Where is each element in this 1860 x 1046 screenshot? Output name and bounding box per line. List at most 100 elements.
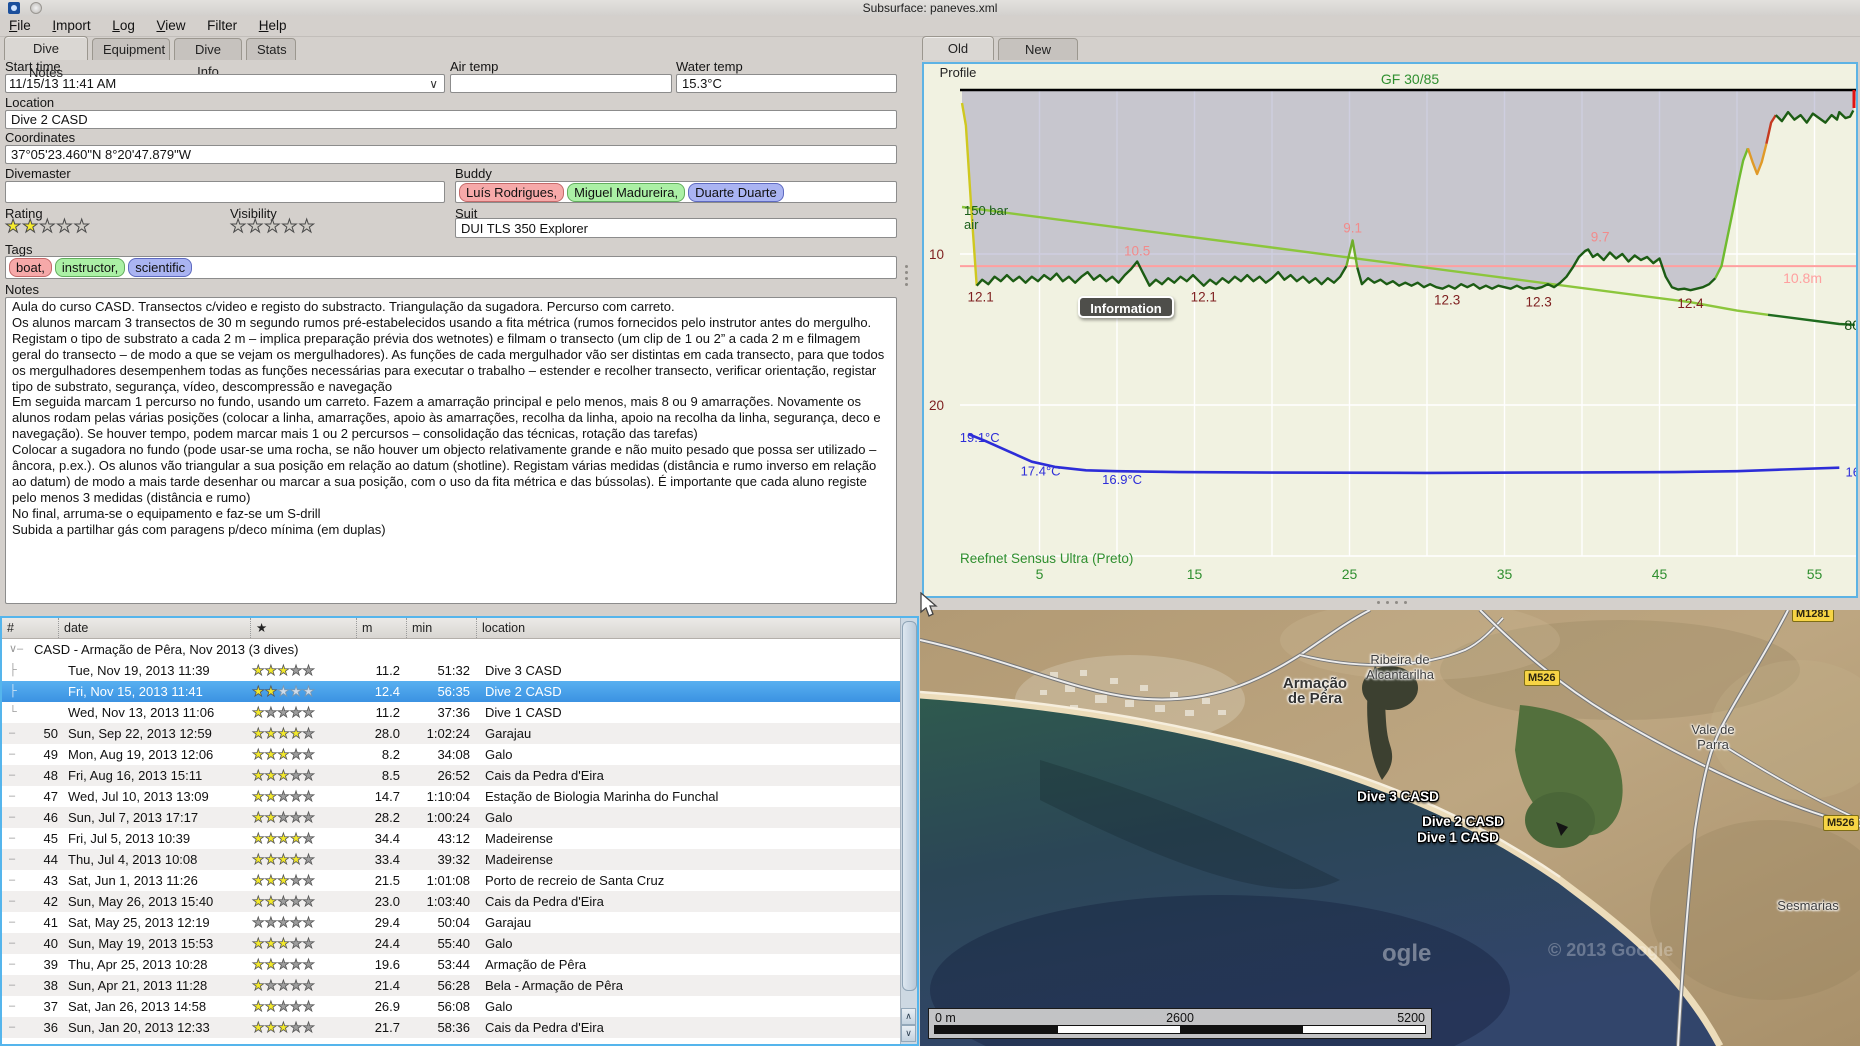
start-time-combobox[interactable]: 11/15/13 11:41 AM ∨ bbox=[5, 74, 445, 93]
star-icon: ★ bbox=[277, 998, 290, 1015]
copyright-text: © 2013 Google bbox=[1548, 940, 1674, 960]
divemaster-field[interactable] bbox=[5, 181, 445, 203]
dive-row[interactable]: └ Wed, Nov 13, 2013 11:06 ★★★★★ 11.2 37:36 Di… bbox=[2, 702, 917, 723]
star-icon: ★ bbox=[252, 1019, 265, 1036]
information-tooltip[interactable]: Information bbox=[1078, 296, 1174, 318]
scrollbar-thumb[interactable] bbox=[902, 621, 917, 991]
dive-row[interactable]: –40 Sun, May 19, 2013 15:53 ★★★★★ 24.4 55:40… bbox=[2, 933, 917, 954]
tab-equipment[interactable]: Equipment bbox=[92, 38, 170, 60]
title-bar[interactable]: Subsurface: paneves.xml bbox=[0, 0, 1860, 16]
dive-row[interactable]: –47 Wed, Jul 10, 2013 13:09 ★★★★★ 14.7 1:10:… bbox=[2, 786, 917, 807]
suit-field[interactable] bbox=[455, 218, 897, 238]
star-icon: ★ bbox=[252, 851, 265, 868]
dive-list-rows: ∨– CASD - Armação de Pêra, Nov 2013 (3 di… bbox=[2, 639, 917, 1038]
rating-stars[interactable]: ★★★★★ bbox=[4, 216, 91, 237]
star-icon: ★ bbox=[302, 809, 315, 826]
column-depth[interactable]: m bbox=[356, 618, 406, 638]
menu-file[interactable]: File bbox=[0, 16, 40, 36]
dive-row[interactable]: –45 Fri, Jul 5, 2013 10:39 ★★★★★ 34.4 43:12 M… bbox=[2, 828, 917, 849]
star-icon: ★ bbox=[289, 662, 303, 679]
dive-marker-label-2[interactable]: Dive 2 CASD bbox=[1408, 814, 1518, 829]
star-icon: ★ bbox=[264, 788, 278, 805]
star-icon: ★ bbox=[22, 216, 40, 237]
star-icon: ★ bbox=[264, 662, 278, 679]
svg-text:12.4: 12.4 bbox=[1677, 296, 1704, 311]
tab-dive-info[interactable]: Dive Info bbox=[174, 38, 242, 79]
svg-text:19.1°C: 19.1°C bbox=[960, 430, 1000, 445]
dive-row[interactable]: –50 Sun, Sep 22, 2013 12:59 ★★★★★ 28.0 1:02:… bbox=[2, 723, 917, 744]
column-location[interactable]: location bbox=[476, 618, 917, 638]
tab-new-profile[interactable]: New Profile bbox=[998, 38, 1078, 79]
menu-filter[interactable]: Filter bbox=[198, 16, 246, 36]
dive-row[interactable]: –36 Sun, Jan 20, 2013 12:33 ★★★★★ 21.7 58:36… bbox=[2, 1017, 917, 1038]
dive-row[interactable]: –43 Sat, Jun 1, 2013 11:26 ★★★★★ 21.5 1:01:0… bbox=[2, 870, 917, 891]
scroll-up-button[interactable]: ∧ bbox=[901, 1008, 916, 1025]
star-icon: ★ bbox=[264, 956, 278, 973]
tab-old-profile[interactable]: Old Profile bbox=[922, 36, 994, 80]
chevron-down-icon[interactable]: ∨ bbox=[429, 77, 438, 91]
svg-text:12.1: 12.1 bbox=[967, 290, 993, 305]
dive-row[interactable]: –38 Sun, Apr 21, 2013 11:28 ★★★★★ 21.4 56:28… bbox=[2, 975, 917, 996]
svg-text:12.1: 12.1 bbox=[1191, 290, 1217, 305]
dive-list-header[interactable]: # date ★ m min location bbox=[2, 618, 917, 639]
dive-row[interactable]: –39 Thu, Apr 25, 2013 10:28 ★★★★★ 19.6 53:44… bbox=[2, 954, 917, 975]
dive-row[interactable]: –44 Thu, Jul 4, 2013 10:08 ★★★★★ 33.4 39:32 M… bbox=[2, 849, 917, 870]
scroll-down-button[interactable]: ∨ bbox=[901, 1025, 916, 1042]
dive-row[interactable]: –37 Sat, Jan 26, 2013 14:58 ★★★★★ 26.9 56:08… bbox=[2, 996, 917, 1017]
dive-row[interactable]: ├ Fri, Nov 15, 2013 11:41 ★★★★★ 12.4 56:35 Di… bbox=[2, 681, 917, 702]
dive-row[interactable]: –48 Fri, Aug 16, 2013 15:11 ★★★★★ 8.5 26:52 C… bbox=[2, 765, 917, 786]
buddy-field[interactable]: Luís Rodrigues, Miguel Madureira, Duarte… bbox=[455, 181, 897, 203]
dive-site-map[interactable]: Armação de Pêra Ribeira de Alcantarilha … bbox=[920, 610, 1860, 1046]
svg-text:GF 30/85: GF 30/85 bbox=[1381, 71, 1440, 87]
location-field[interactable] bbox=[5, 110, 897, 129]
dive-row[interactable]: –49 Mon, Aug 19, 2013 12:06 ★★★★★ 8.2 34:08 G… bbox=[2, 744, 917, 765]
svg-text:15: 15 bbox=[1187, 566, 1203, 582]
star-icon: ★ bbox=[302, 956, 315, 973]
dive-profile-panel[interactable]: 10.8m 19.1°C 17.4°C 16.9°C 16 150 barair 80 12.… bbox=[922, 62, 1858, 598]
menu-help[interactable]: Help bbox=[250, 16, 296, 36]
svg-text:45: 45 bbox=[1652, 566, 1668, 582]
dive-row[interactable]: –42 Sun, May 26, 2013 15:40 ★★★★★ 23.0 1:03:… bbox=[2, 891, 917, 912]
tab-stats[interactable]: Stats bbox=[246, 38, 296, 60]
star-icon: ★ bbox=[264, 872, 278, 889]
menu-view[interactable]: View bbox=[147, 16, 194, 36]
star-icon: ★ bbox=[4, 216, 23, 237]
menu-import[interactable]: Import bbox=[43, 16, 99, 36]
dive-list[interactable]: # date ★ m min location ∨– CASD - Armação… bbox=[0, 616, 919, 1046]
horizontal-splitter-handle[interactable] bbox=[1374, 601, 1410, 605]
coordinates-field[interactable] bbox=[5, 145, 897, 164]
star-icon: ★ bbox=[264, 1019, 278, 1036]
visibility-stars[interactable]: ★★★★★ bbox=[229, 216, 316, 237]
map-label-sesmarias: Sesmarias bbox=[1777, 898, 1839, 913]
air-temp-field[interactable] bbox=[450, 74, 672, 93]
buddy-pill: Luís Rodrigues, bbox=[459, 182, 565, 202]
dive-profile-chart: 10.8m 19.1°C 17.4°C 16.9°C 16 150 barair 80 12.… bbox=[929, 71, 1856, 582]
dive-list-scrollbar[interactable]: ∧ ∨ bbox=[900, 618, 917, 1044]
notes-field[interactable]: Aula do curso CASD. Transectos c/video e… bbox=[5, 297, 897, 604]
star-icon: ★ bbox=[252, 977, 265, 994]
tab-dive-notes[interactable]: Dive Notes bbox=[4, 36, 88, 80]
buddy-pill: Duarte Duarte bbox=[688, 182, 784, 202]
column-date[interactable]: date bbox=[58, 618, 250, 638]
star-icon: ★ bbox=[302, 746, 315, 763]
svg-text:5: 5 bbox=[1036, 566, 1044, 582]
tags-field[interactable]: boat, instructor, scientific bbox=[5, 256, 897, 279]
dive-marker-label-3[interactable]: Dive 3 CASD bbox=[1343, 789, 1453, 804]
star-icon: ★ bbox=[302, 830, 315, 847]
column-duration[interactable]: min bbox=[406, 618, 476, 638]
menu-log[interactable]: Log bbox=[103, 16, 144, 36]
mouse-cursor bbox=[920, 592, 938, 617]
trip-header-row[interactable]: ∨– CASD - Armação de Pêra, Nov 2013 (3 di… bbox=[2, 639, 917, 660]
dive-marker-label-1[interactable]: Dive 1 CASD bbox=[1403, 830, 1513, 845]
star-icon: ★ bbox=[302, 872, 315, 889]
star-icon: ★ bbox=[277, 893, 290, 910]
dive-row[interactable]: ├ Tue, Nov 19, 2013 11:39 ★★★★★ 11.2 51:32 Di… bbox=[2, 660, 917, 681]
dive-row[interactable]: –41 Sat, May 25, 2013 12:19 ★★★★★ 29.4 50:04… bbox=[2, 912, 917, 933]
dive-row[interactable]: –46 Sun, Jul 7, 2013 17:17 ★★★★★ 28.2 1:00:2… bbox=[2, 807, 917, 828]
star-icon: ★ bbox=[277, 956, 290, 973]
water-temp-field[interactable] bbox=[676, 74, 897, 93]
star-icon: ★ bbox=[289, 683, 303, 700]
vertical-splitter-handle[interactable] bbox=[905, 262, 909, 288]
column-rating[interactable]: ★ bbox=[250, 618, 356, 638]
column-number[interactable]: # bbox=[2, 618, 58, 638]
